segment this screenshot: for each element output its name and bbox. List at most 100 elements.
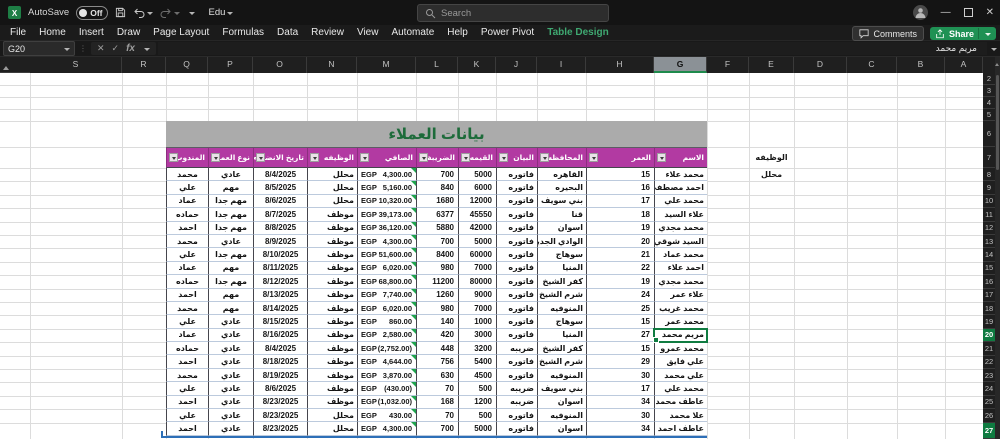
cell-net[interactable]: EGP 4,300.00	[357, 168, 416, 182]
row-header-4[interactable]: 4	[983, 97, 995, 109]
cell-net[interactable]: EGP 4,300.00	[357, 422, 416, 436]
cell-age[interactable]: 29	[586, 355, 654, 369]
cell-name[interactable]: عاطف احمد	[654, 422, 707, 436]
cell-value[interactable]: 7000	[458, 261, 496, 276]
cell-tax[interactable]: 980	[416, 261, 458, 276]
row-header-22[interactable]: 22	[983, 355, 995, 369]
cell-gov[interactable]: القاهره	[537, 168, 586, 182]
cell-value[interactable]: 7000	[458, 301, 496, 316]
row-header-15[interactable]: 15	[983, 261, 995, 276]
row-header-3[interactable]: 3	[983, 85, 995, 97]
criteria-job-value[interactable]: محلل	[749, 168, 794, 181]
cell-tax[interactable]: 11200	[416, 275, 458, 289]
cell-tax[interactable]: 1260	[416, 288, 458, 302]
cell-desc[interactable]: ضريبه	[496, 382, 537, 396]
cell-age[interactable]: 19	[586, 275, 654, 289]
cell-net[interactable]: EGP 7,740.00	[357, 288, 416, 302]
cell-rep[interactable]: حماده	[166, 342, 208, 356]
cell-job[interactable]: محلل	[307, 194, 357, 209]
cell-type[interactable]: مهم جدا	[208, 194, 253, 209]
cell-age[interactable]: 22	[586, 261, 654, 276]
cell-rep[interactable]: احمد	[166, 221, 208, 235]
cell-tax[interactable]: 700	[416, 168, 458, 182]
cell-value[interactable]: 1000	[458, 315, 496, 329]
cell-age[interactable]: 16	[586, 181, 654, 195]
column-header-net[interactable]: الصافي	[357, 147, 416, 168]
cell-value[interactable]: 3200	[458, 342, 496, 356]
cell-age[interactable]: 19	[586, 221, 654, 235]
cell-job[interactable]: محلل	[307, 422, 357, 436]
cell-net[interactable]: EGP 860.00	[357, 315, 416, 329]
customize-toolbar-icon[interactable]	[187, 10, 196, 16]
cell-tax[interactable]: 70	[416, 409, 458, 423]
cell-date[interactable]: 8/19/2025	[253, 368, 307, 383]
cell-net[interactable]: EGP (1,032.00)	[357, 395, 416, 410]
cell-rep[interactable]: عماد	[166, 328, 208, 343]
cell-job[interactable]: موظف	[307, 355, 357, 369]
cell-date[interactable]: 8/18/2025	[253, 355, 307, 369]
cell-job[interactable]: محلل	[307, 168, 357, 182]
cell-rep[interactable]: محمد	[166, 301, 208, 316]
filter-button-value[interactable]	[461, 153, 470, 162]
cell-date[interactable]: 8/6/2025	[253, 382, 307, 396]
tab-insert[interactable]: Insert	[79, 27, 104, 38]
cell-value[interactable]: 1200	[458, 395, 496, 410]
edu-menu[interactable]: Edu	[208, 7, 234, 18]
cell-date[interactable]: 8/23/2025	[253, 409, 307, 423]
column-header-A[interactable]: A	[945, 57, 983, 73]
cell-value[interactable]: 12000	[458, 194, 496, 209]
column-header-N[interactable]: N	[307, 57, 357, 73]
cell-name[interactable]: السيد شوقي	[654, 234, 707, 249]
cell-age[interactable]: 17	[586, 194, 654, 209]
cell-name[interactable]: محمد علاء	[654, 168, 707, 182]
tab-power-pivot[interactable]: Power Pivot	[481, 27, 534, 38]
column-header-C[interactable]: C	[847, 57, 897, 73]
column-header-H[interactable]: H	[586, 57, 654, 73]
cell-gov[interactable]: المنيا	[537, 261, 586, 276]
cell-rep[interactable]: علي	[166, 409, 208, 423]
cell-name[interactable]: محمد غريب	[654, 301, 707, 316]
cell-age[interactable]: 21	[586, 248, 654, 262]
cell-tax[interactable]: 980	[416, 301, 458, 316]
cell-job[interactable]: موظف	[307, 315, 357, 329]
cell-name[interactable]: محمد عمرو	[654, 342, 707, 356]
cell-rep[interactable]: عماد	[166, 261, 208, 276]
cell-net[interactable]: EGP 2,580.00	[357, 328, 416, 343]
tab-table-design[interactable]: Table Design	[547, 27, 609, 38]
cell-type[interactable]: مهم جدا	[208, 221, 253, 235]
share-button[interactable]: Share	[929, 27, 996, 40]
cell-type[interactable]: عادي	[208, 234, 253, 249]
cell-name[interactable]: احمد مصطفي	[654, 181, 707, 195]
cell-desc[interactable]: فاتوره	[496, 368, 537, 383]
row-header-21[interactable]: 21	[983, 342, 995, 356]
cell-rep[interactable]: علي	[166, 181, 208, 195]
cell-job[interactable]: موظف	[307, 395, 357, 410]
tab-home[interactable]: Home	[39, 27, 66, 38]
cell-age[interactable]: 30	[586, 368, 654, 383]
cell-tax[interactable]: 70	[416, 382, 458, 396]
row-header-8[interactable]: 8	[983, 168, 995, 182]
cell-gov[interactable]: كفر الشيخ	[537, 275, 586, 289]
cell-age[interactable]: 17	[586, 382, 654, 396]
column-header-Q[interactable]: Q	[166, 57, 208, 73]
cell-rep[interactable]: علي	[166, 315, 208, 329]
row-header-16[interactable]: 16	[983, 275, 995, 289]
column-header-E[interactable]: E	[749, 57, 794, 73]
cell-tax[interactable]: 168	[416, 395, 458, 410]
column-header-L[interactable]: L	[416, 57, 458, 73]
cell-gov[interactable]: اسوان	[537, 422, 586, 436]
row-header-20[interactable]: 20	[983, 328, 995, 343]
cell-net[interactable]: EGP 4,300.00	[357, 234, 416, 249]
cell-net[interactable]: EGP 68,800.00	[357, 275, 416, 289]
cell-type[interactable]: عادي	[208, 382, 253, 396]
close-button[interactable]: ✕	[986, 7, 994, 18]
cell-type[interactable]: عادي	[208, 355, 253, 369]
cell-tax[interactable]: 756	[416, 355, 458, 369]
cell-desc[interactable]: فاتوره	[496, 194, 537, 209]
cell-gov[interactable]: كفر الشيخ	[537, 342, 586, 356]
cell-job[interactable]: موظف	[307, 221, 357, 235]
cell-value[interactable]: 42000	[458, 221, 496, 235]
filter-button-desc[interactable]	[499, 153, 508, 162]
cell-name[interactable]: علي فايق	[654, 355, 707, 369]
cell-job[interactable]: موظف	[307, 342, 357, 356]
